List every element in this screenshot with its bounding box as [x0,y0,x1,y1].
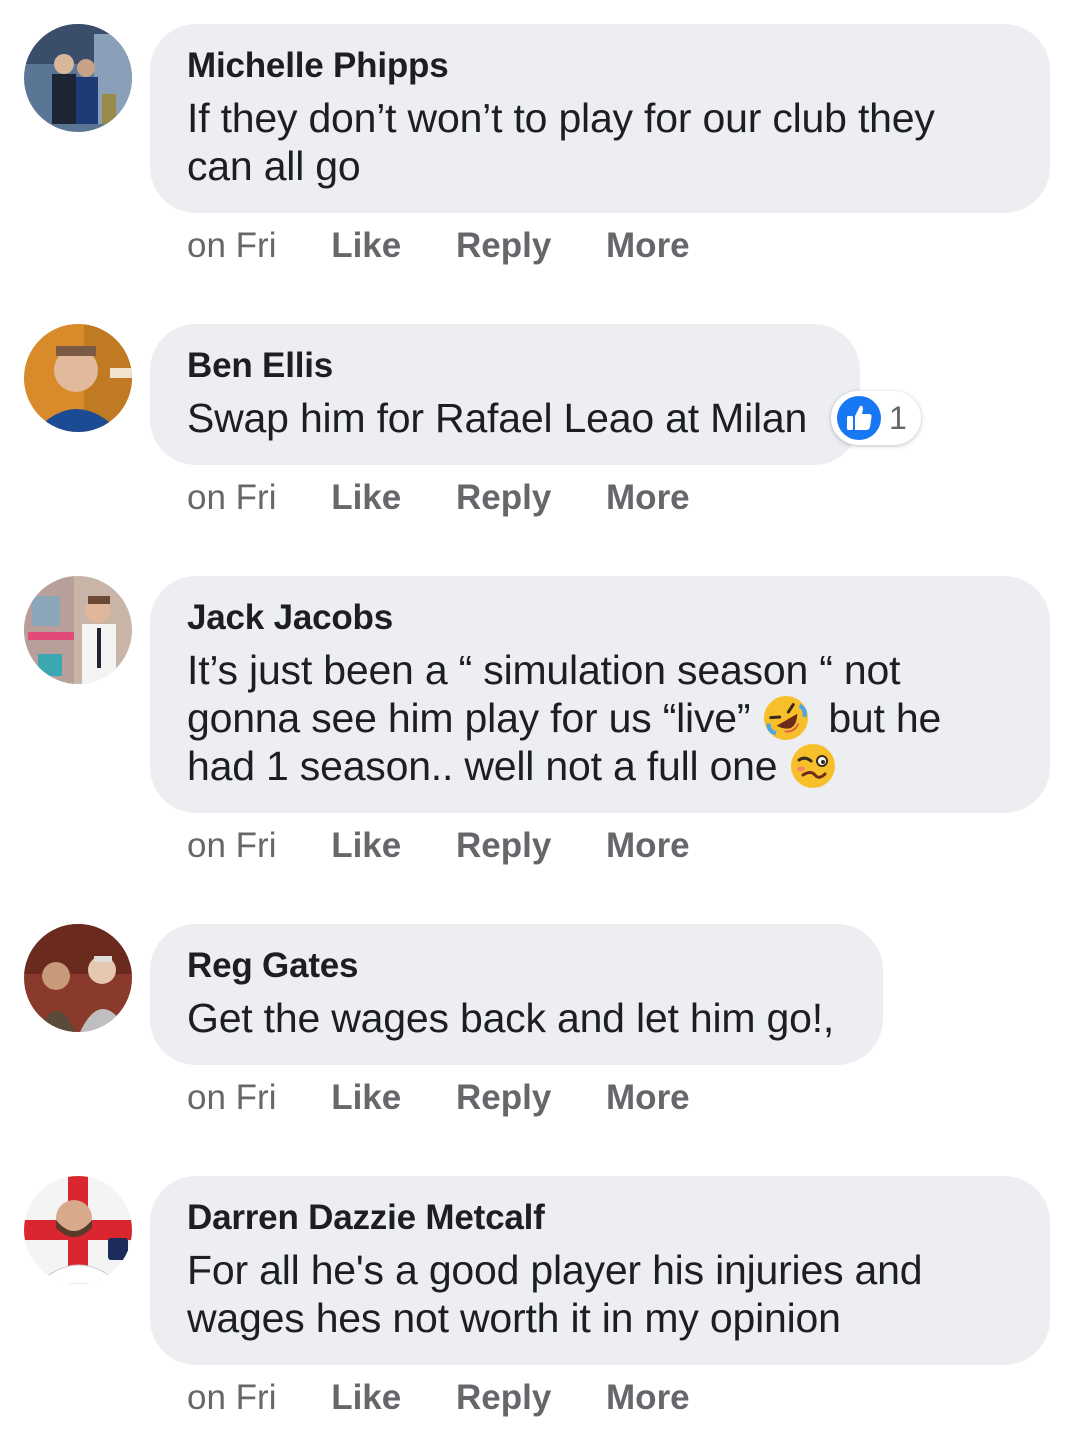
comment-time[interactable]: on Fri [187,224,276,268]
more-button[interactable]: More [606,1376,690,1420]
more-button[interactable]: More [606,224,690,268]
comment-text-line: can all go [187,143,361,189]
comment-author[interactable]: Ben Ellis [187,344,824,388]
like-button[interactable]: Like [331,824,401,868]
comment-text-line: wages hes not worth it in my opinion [187,1295,841,1341]
comment-author[interactable]: Reg Gates [187,944,847,988]
more-button[interactable]: More [606,1076,690,1120]
reply-button[interactable]: Reply [456,476,551,520]
reply-button[interactable]: Reply [456,824,551,868]
comment-bubble: Michelle Phipps If they don’t won’t to p… [150,24,1050,213]
rolling-on-floor-laughing-emoji [764,696,809,740]
comment-text-fragment: had 1 season.. well not a full one [187,743,778,789]
comment-author[interactable]: Darren Dazzie Metcalf [187,1196,1014,1240]
comment-time[interactable]: on Fri [187,1076,276,1120]
comment-text-line: It’s just been a “ simulation season “ n… [187,647,901,693]
comment-bubble: Ben Ellis Swap him for Rafael Leao at Mi… [150,324,860,465]
more-button[interactable]: More [606,824,690,868]
comment-text-line: gonna see him play for us “live” but he [187,694,1014,742]
avatar[interactable] [24,24,132,132]
comment-text: Swap him for Rafael Leao at Milan [187,395,808,441]
comment-time[interactable]: on Fri [187,824,276,868]
more-button[interactable]: More [606,476,690,520]
avatar[interactable] [24,324,132,432]
reaction-summary[interactable]: 1 [831,391,921,445]
like-button[interactable]: Like [331,224,401,268]
reply-button[interactable]: Reply [456,1076,551,1120]
comment-actions: on Fri Like Reply More [187,224,735,268]
woozy-face-emoji [791,744,836,788]
comment-text-line: For all he's a good player his injuries … [187,1247,923,1293]
comment-bubble: Jack Jacobs It’s just been a “ simulatio… [150,576,1050,813]
comment-bubble: Reg Gates Get the wages back and let him… [150,924,883,1065]
reply-button[interactable]: Reply [456,1376,551,1420]
comment-text-fragment: but he [828,695,942,741]
like-thumbs-up-icon [837,396,881,440]
like-button[interactable]: Like [331,1076,401,1120]
comment-actions: on Fri Like Reply More [187,1376,735,1420]
like-button[interactable]: Like [331,1376,401,1420]
comment-author[interactable]: Jack Jacobs [187,596,1014,640]
comment-actions: on Fri Like Reply More [187,824,735,868]
comment-author[interactable]: Michelle Phipps [187,44,1014,88]
comment-bubble: Darren Dazzie Metcalf For all he's a goo… [150,1176,1050,1365]
reply-button[interactable]: Reply [456,224,551,268]
comment-time[interactable]: on Fri [187,1376,276,1420]
avatar[interactable] [24,576,132,684]
comment-text: It’s just been a “ simulation season “ n… [187,646,1014,790]
comment-text-line: If they don’t won’t to play for our club… [187,95,935,141]
comment-time[interactable]: on Fri [187,476,276,520]
comment-text: For all he's a good player his injuries … [187,1246,1014,1342]
avatar[interactable] [24,924,132,1032]
like-button[interactable]: Like [331,476,401,520]
comment-text: If they don’t won’t to play for our club… [187,94,1014,190]
comment-text-fragment: gonna see him play for us “live” [187,695,751,741]
avatar[interactable] [24,1176,132,1284]
reaction-count: 1 [889,399,907,436]
comment-actions: on Fri Like Reply More [187,476,735,520]
comment-actions: on Fri Like Reply More [187,1076,735,1120]
comment-text: Get the wages back and let him go!, [187,995,835,1041]
comment-text-line: had 1 season.. well not a full one [187,742,1014,790]
